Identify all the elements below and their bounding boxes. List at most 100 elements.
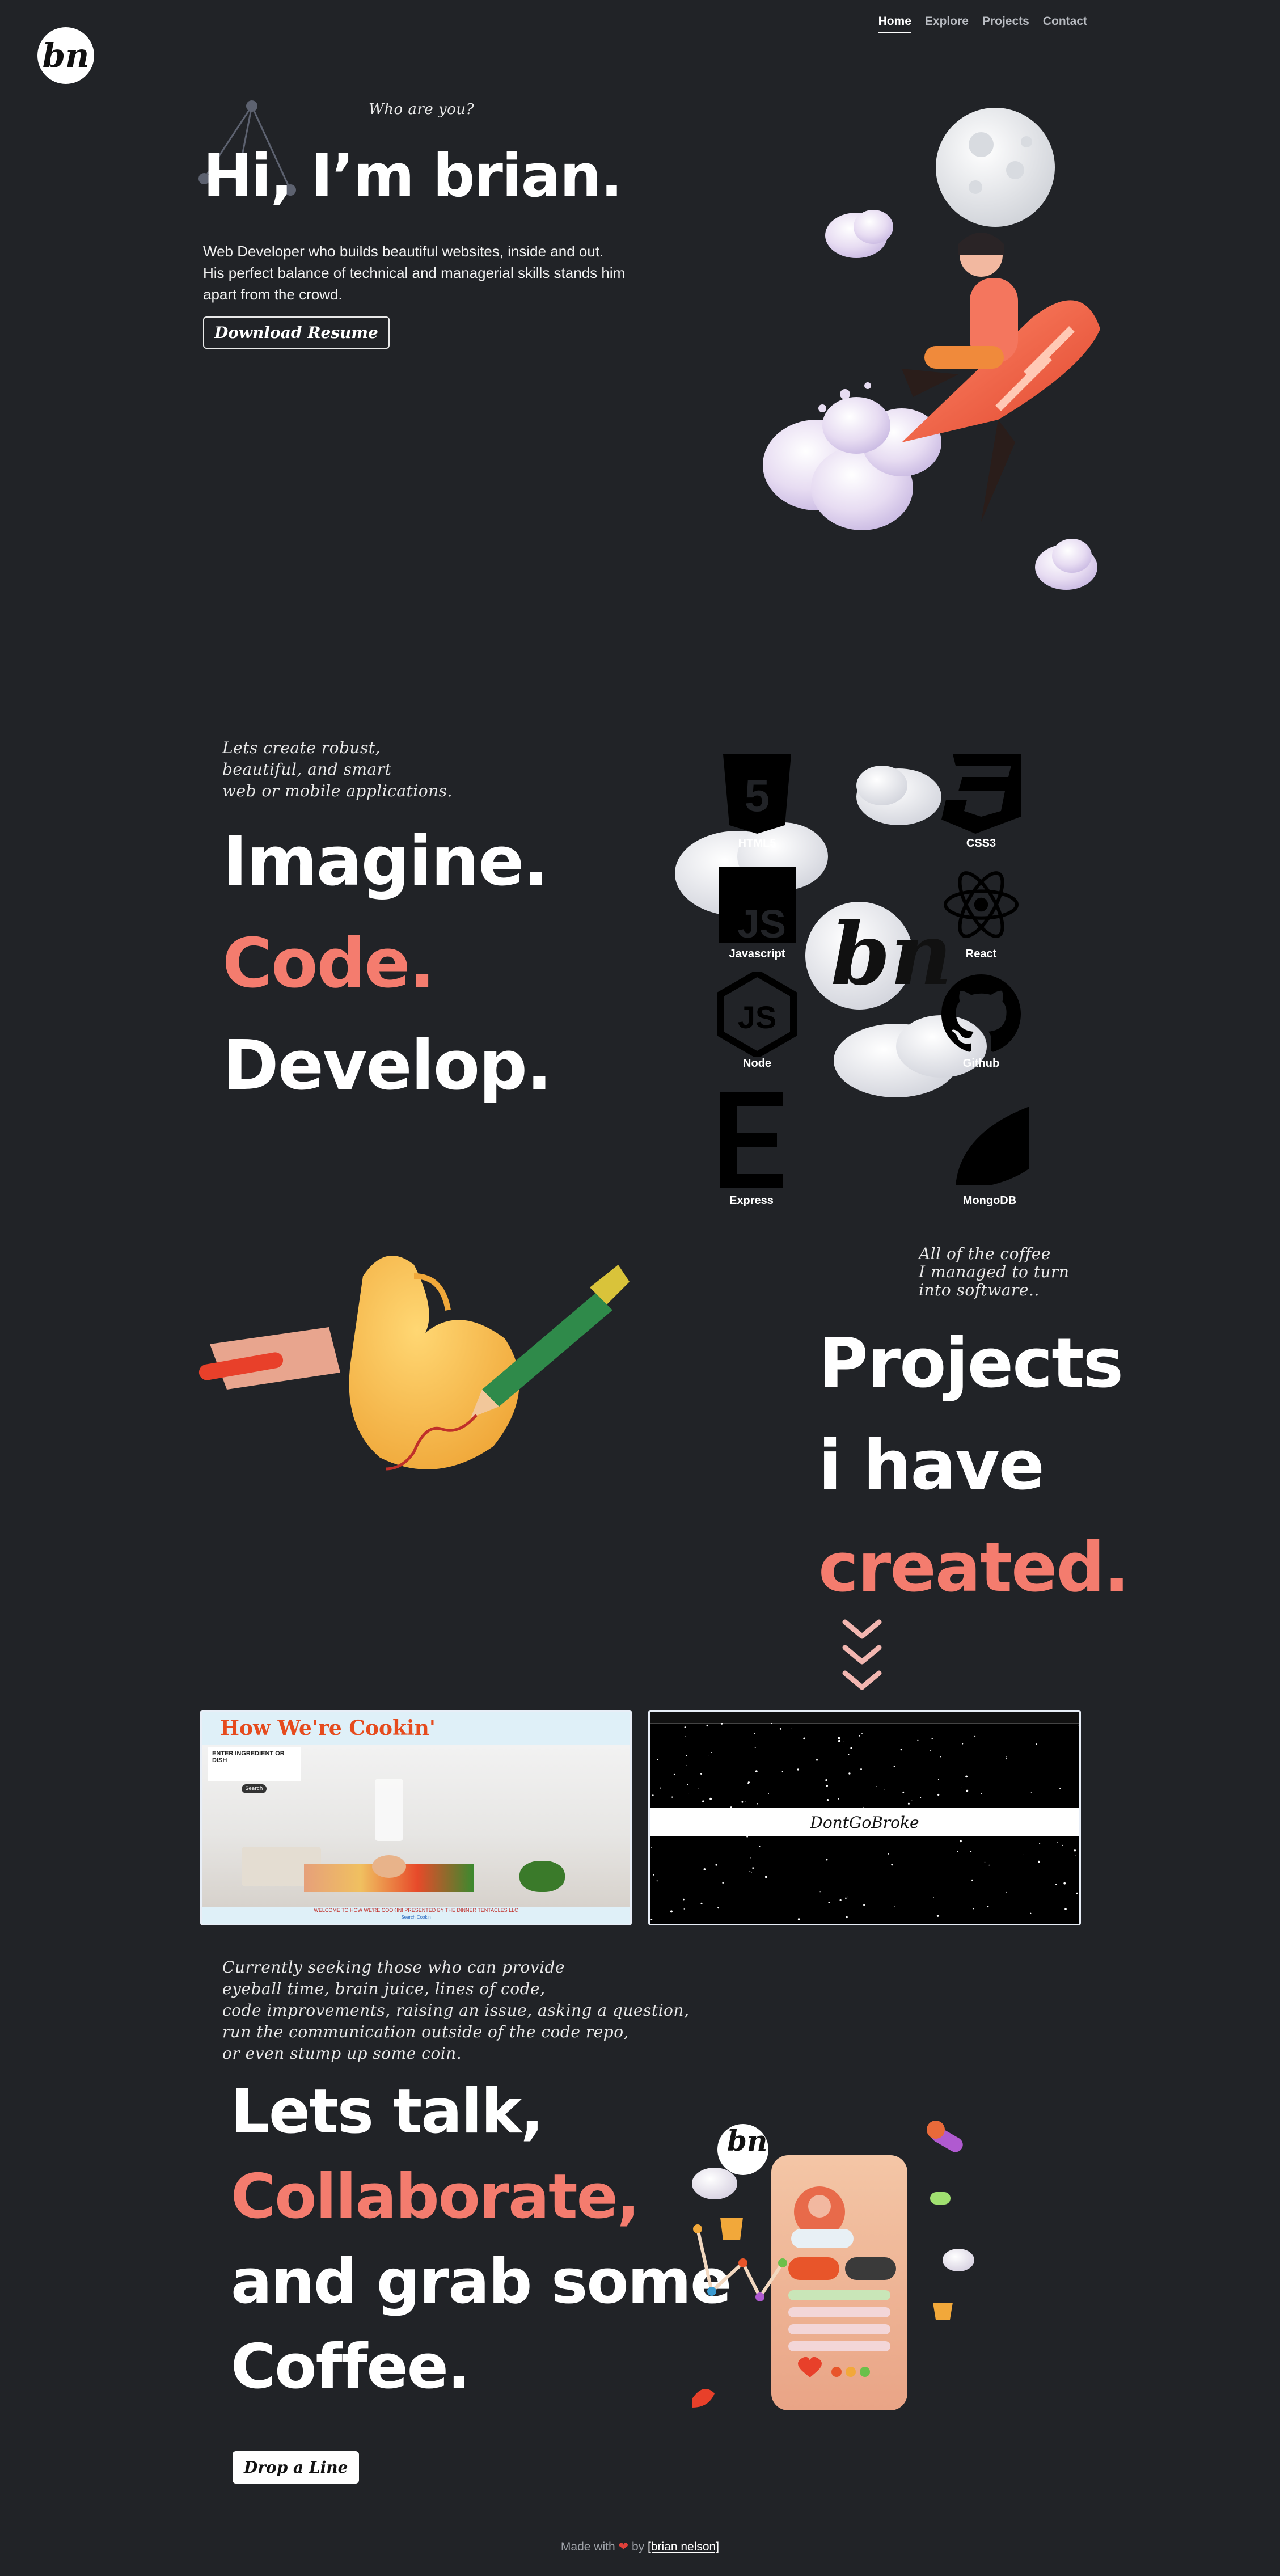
logo-text: bn xyxy=(42,36,90,75)
skills-eyebrow-line: Lets create robust, xyxy=(222,738,381,757)
hero-description-line: Web Developer who builds beautiful websi… xyxy=(203,243,604,260)
star xyxy=(1039,1843,1041,1844)
project-footer-text: WELCOME TO HOW WE'RE COOKIN! PRESENTED B… xyxy=(314,1907,518,1913)
star xyxy=(1074,1849,1076,1852)
chevron-down-icon[interactable] xyxy=(839,1616,885,1696)
star xyxy=(657,1759,658,1760)
hero-eyebrow: Who are you? xyxy=(369,101,474,118)
star xyxy=(819,1891,821,1893)
svg-text:JS: JS xyxy=(738,999,777,1035)
javascript-icon: JS xyxy=(717,865,797,944)
skills-eyebrow-line: web or mobile applications. xyxy=(222,782,453,800)
projects-title-line1: Projects xyxy=(818,1324,1123,1403)
star xyxy=(683,1908,685,1910)
tech-label: React xyxy=(965,948,997,960)
project-navbar xyxy=(650,1712,1079,1724)
search-panel: ENTER INGREDIENT OR DISH xyxy=(208,1747,301,1781)
nav-explore[interactable]: Explore xyxy=(925,15,969,33)
star xyxy=(826,1859,828,1861)
star xyxy=(894,1906,895,1907)
tech-label: MongoDB xyxy=(962,1194,1017,1207)
star xyxy=(653,1874,654,1876)
footer-author-link[interactable]: [brian nelson] xyxy=(648,2540,719,2553)
star xyxy=(757,1803,758,1805)
star xyxy=(850,1747,852,1749)
star xyxy=(660,1787,661,1789)
contact-eyebrow: Currently seeking those who can provide … xyxy=(222,1957,689,2064)
projects-eyebrow-line: into software.. xyxy=(919,1281,1040,1299)
star xyxy=(907,1802,910,1805)
download-resume-button[interactable]: Download Resume xyxy=(203,316,390,349)
projects-eyebrow-line: I managed to turn xyxy=(919,1262,1070,1281)
contact-badge-logo: bn xyxy=(727,2124,768,2157)
star xyxy=(816,1759,818,1761)
star xyxy=(839,1899,842,1901)
main-nav: Home Explore Projects Contact xyxy=(878,15,1087,33)
hero-description-line: His perfect balance of technical and man… xyxy=(203,264,626,281)
phone-illustration xyxy=(692,2121,974,2410)
star xyxy=(859,1735,860,1737)
star xyxy=(860,1768,862,1770)
star xyxy=(754,1733,755,1734)
star xyxy=(749,1871,751,1872)
tech-mongodb: MongoDB xyxy=(941,1089,1038,1207)
project-footer-link[interactable]: Search Cookin xyxy=(202,1915,630,1920)
star xyxy=(702,1800,704,1802)
star xyxy=(1036,1743,1037,1745)
broccoli-image xyxy=(519,1861,565,1892)
contact-line1: Lets talk, xyxy=(231,2076,544,2147)
nav-contact[interactable]: Contact xyxy=(1043,15,1087,33)
tech-label: HTML5 xyxy=(738,837,776,850)
star xyxy=(848,1754,850,1755)
project-card-cookin[interactable]: How We're Cookin' ENTER INGREDIENT OR DI… xyxy=(200,1710,632,1925)
svg-text:JS: JS xyxy=(737,902,786,943)
star xyxy=(700,1773,702,1775)
nav-projects[interactable]: Projects xyxy=(982,15,1029,33)
star xyxy=(686,1755,687,1756)
star xyxy=(940,1756,941,1758)
projects-eyebrow-line: All of the coffee xyxy=(919,1244,1051,1263)
drop-a-line-button[interactable]: Drop a Line xyxy=(233,2451,360,2484)
star xyxy=(768,1793,769,1794)
star xyxy=(974,1735,976,1737)
contact-eyebrow-line: eyeball time, brain juice, lines of code… xyxy=(222,1979,546,1998)
project-card-dontgobroke[interactable]: DontGoBroke xyxy=(648,1710,1081,1925)
star xyxy=(965,1775,968,1778)
star xyxy=(755,1770,758,1772)
star xyxy=(933,1897,934,1898)
star xyxy=(973,1908,974,1910)
projects-title-line2: i have xyxy=(818,1426,1045,1505)
star xyxy=(779,1728,781,1730)
star xyxy=(826,1784,828,1787)
skills-eyebrow: Lets create robust, beautiful, and smart… xyxy=(222,737,453,802)
tech-html5: 5 HTML5 xyxy=(709,754,805,850)
star xyxy=(825,1779,827,1781)
star xyxy=(709,1797,712,1800)
hero-description-line: apart from the crowd. xyxy=(203,286,343,303)
nav-home[interactable]: Home xyxy=(878,15,911,33)
star xyxy=(671,1796,673,1798)
star xyxy=(911,1800,913,1801)
star xyxy=(650,1919,653,1920)
star xyxy=(876,1786,877,1787)
milk-glass-image xyxy=(375,1779,403,1841)
hero-title: Hi, I’m brian. xyxy=(203,141,623,210)
svg-text:5: 5 xyxy=(745,770,770,821)
site-logo[interactable]: bn xyxy=(37,27,94,84)
star xyxy=(797,1768,799,1771)
star xyxy=(937,1779,939,1780)
star xyxy=(1055,1884,1057,1885)
star xyxy=(1038,1860,1040,1863)
star xyxy=(902,1791,905,1793)
star xyxy=(936,1915,939,1917)
star xyxy=(1030,1792,1032,1793)
star xyxy=(1006,1758,1007,1760)
star xyxy=(1062,1844,1063,1846)
star xyxy=(971,1879,973,1881)
star xyxy=(711,1752,712,1753)
search-button[interactable]: Search xyxy=(242,1784,267,1793)
star xyxy=(962,1743,964,1745)
star xyxy=(720,1723,723,1725)
star xyxy=(893,1765,895,1767)
star xyxy=(1064,1908,1067,1910)
